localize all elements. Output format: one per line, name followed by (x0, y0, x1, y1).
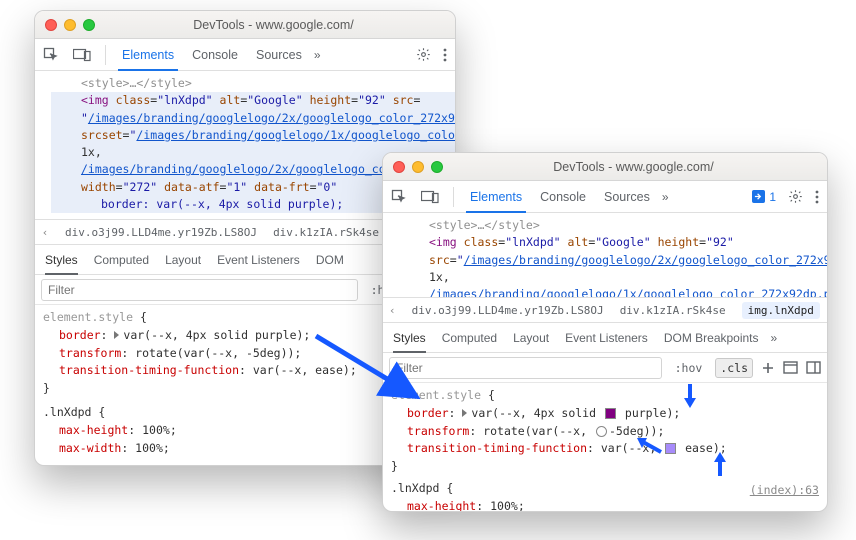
tab-elements[interactable]: Elements (120, 39, 176, 70)
tab-sources[interactable]: Sources (602, 181, 652, 212)
styles-filter-bar: :hov .cls (383, 353, 827, 383)
subtab-layout[interactable]: Layout (513, 323, 549, 352)
cls-toggle[interactable]: .cls (715, 358, 753, 378)
window-title: DevTools - www.google.com/ (102, 18, 445, 32)
hov-toggle[interactable]: :hov (670, 358, 708, 378)
selector-element-style: element.style (391, 388, 481, 402)
style-node: <style>…</style> (399, 217, 827, 234)
style-border-snippet: border: var(--x, 4px solid purple); (81, 197, 343, 211)
main-toolbar: Elements Console Sources » 1 (383, 181, 827, 213)
crumb-left-icon[interactable]: ‹ (41, 226, 49, 239)
angle-swatch-icon[interactable] (596, 426, 607, 437)
styles-pane[interactable]: element.style { border: var(--x, 4px sol… (383, 383, 827, 512)
crumb-item-selected[interactable]: img.lnXdpd (742, 302, 820, 319)
toggle-sidebar-icon[interactable] (806, 361, 821, 374)
issues-count: 1 (769, 190, 776, 204)
style-node: <style>…</style> (51, 75, 455, 92)
issues-icon (752, 190, 765, 203)
main-toolbar: Elements Console Sources » (35, 39, 455, 71)
window-title: DevTools - www.google.com/ (450, 160, 817, 174)
breadcrumb[interactable]: ‹ div.o3j99.LLD4me.yr19Zb.LS8OJ div.k1zI… (383, 297, 827, 323)
subtab-layout[interactable]: Layout (165, 245, 201, 274)
traffic-light-zoom[interactable] (83, 19, 95, 31)
traffic-light-close[interactable] (45, 19, 57, 31)
titlebar: DevTools - www.google.com/ (35, 11, 455, 39)
subtab-event-listeners[interactable]: Event Listeners (217, 245, 300, 274)
crumb-item[interactable]: div.k1zIA.rSk4se (273, 226, 379, 239)
crumb-left-icon[interactable]: ‹ (389, 304, 396, 317)
img-node[interactable]: <img class="lnXdpd" alt="Google" height=… (399, 234, 827, 297)
subtab-dom[interactable]: DOM (316, 245, 344, 274)
devtools-window-after: DevTools - www.google.com/ Elements Cons… (382, 152, 828, 512)
settings-gear-icon[interactable] (788, 189, 803, 204)
src-link[interactable]: /images/branding/googlelogo/2x/googlelog… (464, 253, 827, 267)
traffic-light-minimize[interactable] (64, 19, 76, 31)
traffic-light-minimize[interactable] (412, 161, 424, 173)
color-swatch-icon[interactable] (605, 408, 616, 419)
subtab-styles[interactable]: Styles (393, 323, 426, 352)
tab-sources[interactable]: Sources (254, 39, 304, 70)
selector-element-style: element.style (43, 310, 133, 324)
selector-lnxdpd: .lnXdpd (43, 405, 91, 419)
styles-subtabs: Styles Computed Layout Event Listeners D… (383, 323, 827, 353)
kebab-menu-icon[interactable] (443, 48, 447, 62)
bezier-swatch-icon[interactable] (665, 443, 676, 454)
inspect-icon[interactable] (43, 47, 59, 63)
separator (105, 45, 106, 65)
kebab-menu-icon[interactable] (815, 190, 819, 204)
new-style-rule-icon[interactable] (761, 361, 775, 375)
issues-badge[interactable]: 1 (752, 190, 776, 204)
device-toggle-icon[interactable] (421, 190, 439, 204)
source-link[interactable]: (index):63 (750, 482, 819, 500)
expand-icon[interactable] (114, 331, 119, 339)
src-link[interactable]: /images/branding/googlelogo/2x/googlelog… (88, 111, 456, 125)
srcset-link[interactable]: /images/branding/googlelogo/1x/googlelog… (136, 128, 456, 142)
computed-toggle-icon[interactable] (783, 361, 798, 374)
crumb-item[interactable]: div.k1zIA.rSk4se (620, 304, 726, 317)
tab-console[interactable]: Console (538, 181, 588, 212)
more-tabs-icon[interactable]: » (314, 48, 321, 62)
tab-elements[interactable]: Elements (468, 181, 524, 212)
subtab-computed[interactable]: Computed (94, 245, 149, 274)
crumb-item[interactable]: div.o3j99.LLD4me.yr19Zb.LS8OJ (65, 226, 257, 239)
separator (453, 187, 454, 207)
tab-console[interactable]: Console (190, 39, 240, 70)
traffic-light-zoom[interactable] (431, 161, 443, 173)
subtab-styles[interactable]: Styles (45, 245, 78, 274)
subtab-dom-breakpoints[interactable]: DOM Breakpoints (664, 323, 759, 352)
settings-gear-icon[interactable] (416, 47, 431, 62)
more-subtabs-icon[interactable]: » (771, 331, 778, 345)
filter-input[interactable] (41, 279, 358, 301)
traffic-light-close[interactable] (393, 161, 405, 173)
inspect-icon[interactable] (391, 189, 407, 205)
crumb-item[interactable]: div.o3j99.LLD4me.yr19Zb.LS8OJ (412, 304, 604, 317)
subtab-event-listeners[interactable]: Event Listeners (565, 323, 648, 352)
device-toggle-icon[interactable] (73, 48, 91, 62)
expand-icon[interactable] (462, 409, 467, 417)
subtab-computed[interactable]: Computed (442, 323, 497, 352)
dom-tree[interactable]: <style>…</style> <img class="lnXdpd" alt… (383, 213, 827, 297)
srcset-link[interactable]: /images/branding/googlelogo/1x/googlelog… (429, 287, 827, 297)
filter-input[interactable] (389, 357, 662, 379)
more-tabs-icon[interactable]: » (662, 190, 669, 204)
titlebar: DevTools - www.google.com/ (383, 153, 827, 181)
selector-lnxdpd: .lnXdpd (391, 481, 439, 495)
